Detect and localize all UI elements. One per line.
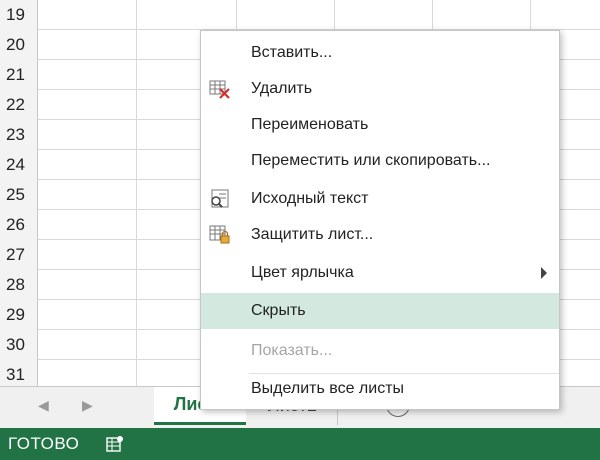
row-header[interactable]: 30 bbox=[0, 330, 38, 360]
menu-item-select-all-sheets[interactable]: Выделить все листы bbox=[201, 371, 559, 407]
row-header[interactable]: 25 bbox=[0, 180, 38, 210]
menu-item-label: Скрыть bbox=[251, 302, 306, 319]
menu-item-rename[interactable]: Переименовать bbox=[201, 107, 559, 143]
menu-item-label: Переместить или скопировать... bbox=[251, 152, 491, 169]
submenu-arrow-icon bbox=[541, 267, 547, 279]
next-sheet-arrow-icon[interactable]: ▶ bbox=[82, 397, 93, 414]
row-header[interactable]: 19 bbox=[0, 0, 38, 30]
menu-item-protect-sheet[interactable]: Защитить лист... bbox=[201, 217, 559, 253]
menu-item-label: Защитить лист... bbox=[251, 226, 374, 243]
menu-item-label: Показать... bbox=[251, 342, 333, 359]
menu-item-hide[interactable]: Скрыть bbox=[201, 293, 559, 329]
menu-item-move-copy[interactable]: Переместить или скопировать... bbox=[201, 143, 559, 179]
sheet-context-menu: Вставить... Удалить Переименовать Переме… bbox=[200, 30, 560, 410]
menu-item-unhide: Показать... bbox=[201, 333, 559, 369]
row-header[interactable]: 23 bbox=[0, 120, 38, 150]
view-code-icon bbox=[211, 189, 229, 208]
menu-item-label: Выделить все листы bbox=[251, 380, 405, 397]
row-header[interactable]: 21 bbox=[0, 60, 38, 90]
menu-item-tab-color[interactable]: Цвет ярлычка bbox=[201, 255, 559, 291]
menu-item-label: Переименовать bbox=[251, 116, 369, 133]
menu-item-delete[interactable]: Удалить bbox=[201, 71, 559, 107]
row-header[interactable]: 24 bbox=[0, 150, 38, 180]
row-header[interactable]: 26 bbox=[0, 210, 38, 240]
row-header[interactable]: 20 bbox=[0, 30, 38, 60]
menu-item-label: Удалить bbox=[251, 80, 313, 97]
menu-item-view-code[interactable]: Исходный текст bbox=[201, 181, 559, 217]
macro-record-icon[interactable] bbox=[106, 435, 124, 453]
row-header[interactable]: 29 bbox=[0, 300, 38, 330]
row-header[interactable]: 28 bbox=[0, 270, 38, 300]
menu-item-label: Вставить... bbox=[251, 44, 333, 61]
menu-item-label: Цвет ярлычка bbox=[251, 264, 354, 281]
menu-item-insert[interactable]: Вставить... bbox=[201, 35, 559, 71]
row-header[interactable]: 27 bbox=[0, 240, 38, 270]
status-bar: ГОТОВО bbox=[0, 428, 600, 460]
protect-sheet-icon bbox=[209, 225, 230, 244]
status-text: ГОТОВО bbox=[8, 434, 80, 453]
grid-row[interactable]: 19 bbox=[0, 0, 600, 30]
row-header[interactable]: 22 bbox=[0, 90, 38, 120]
delete-sheet-icon bbox=[209, 80, 230, 99]
menu-item-label: Исходный текст bbox=[251, 190, 369, 207]
prev-sheet-arrow-icon[interactable]: ◀ bbox=[38, 397, 49, 414]
